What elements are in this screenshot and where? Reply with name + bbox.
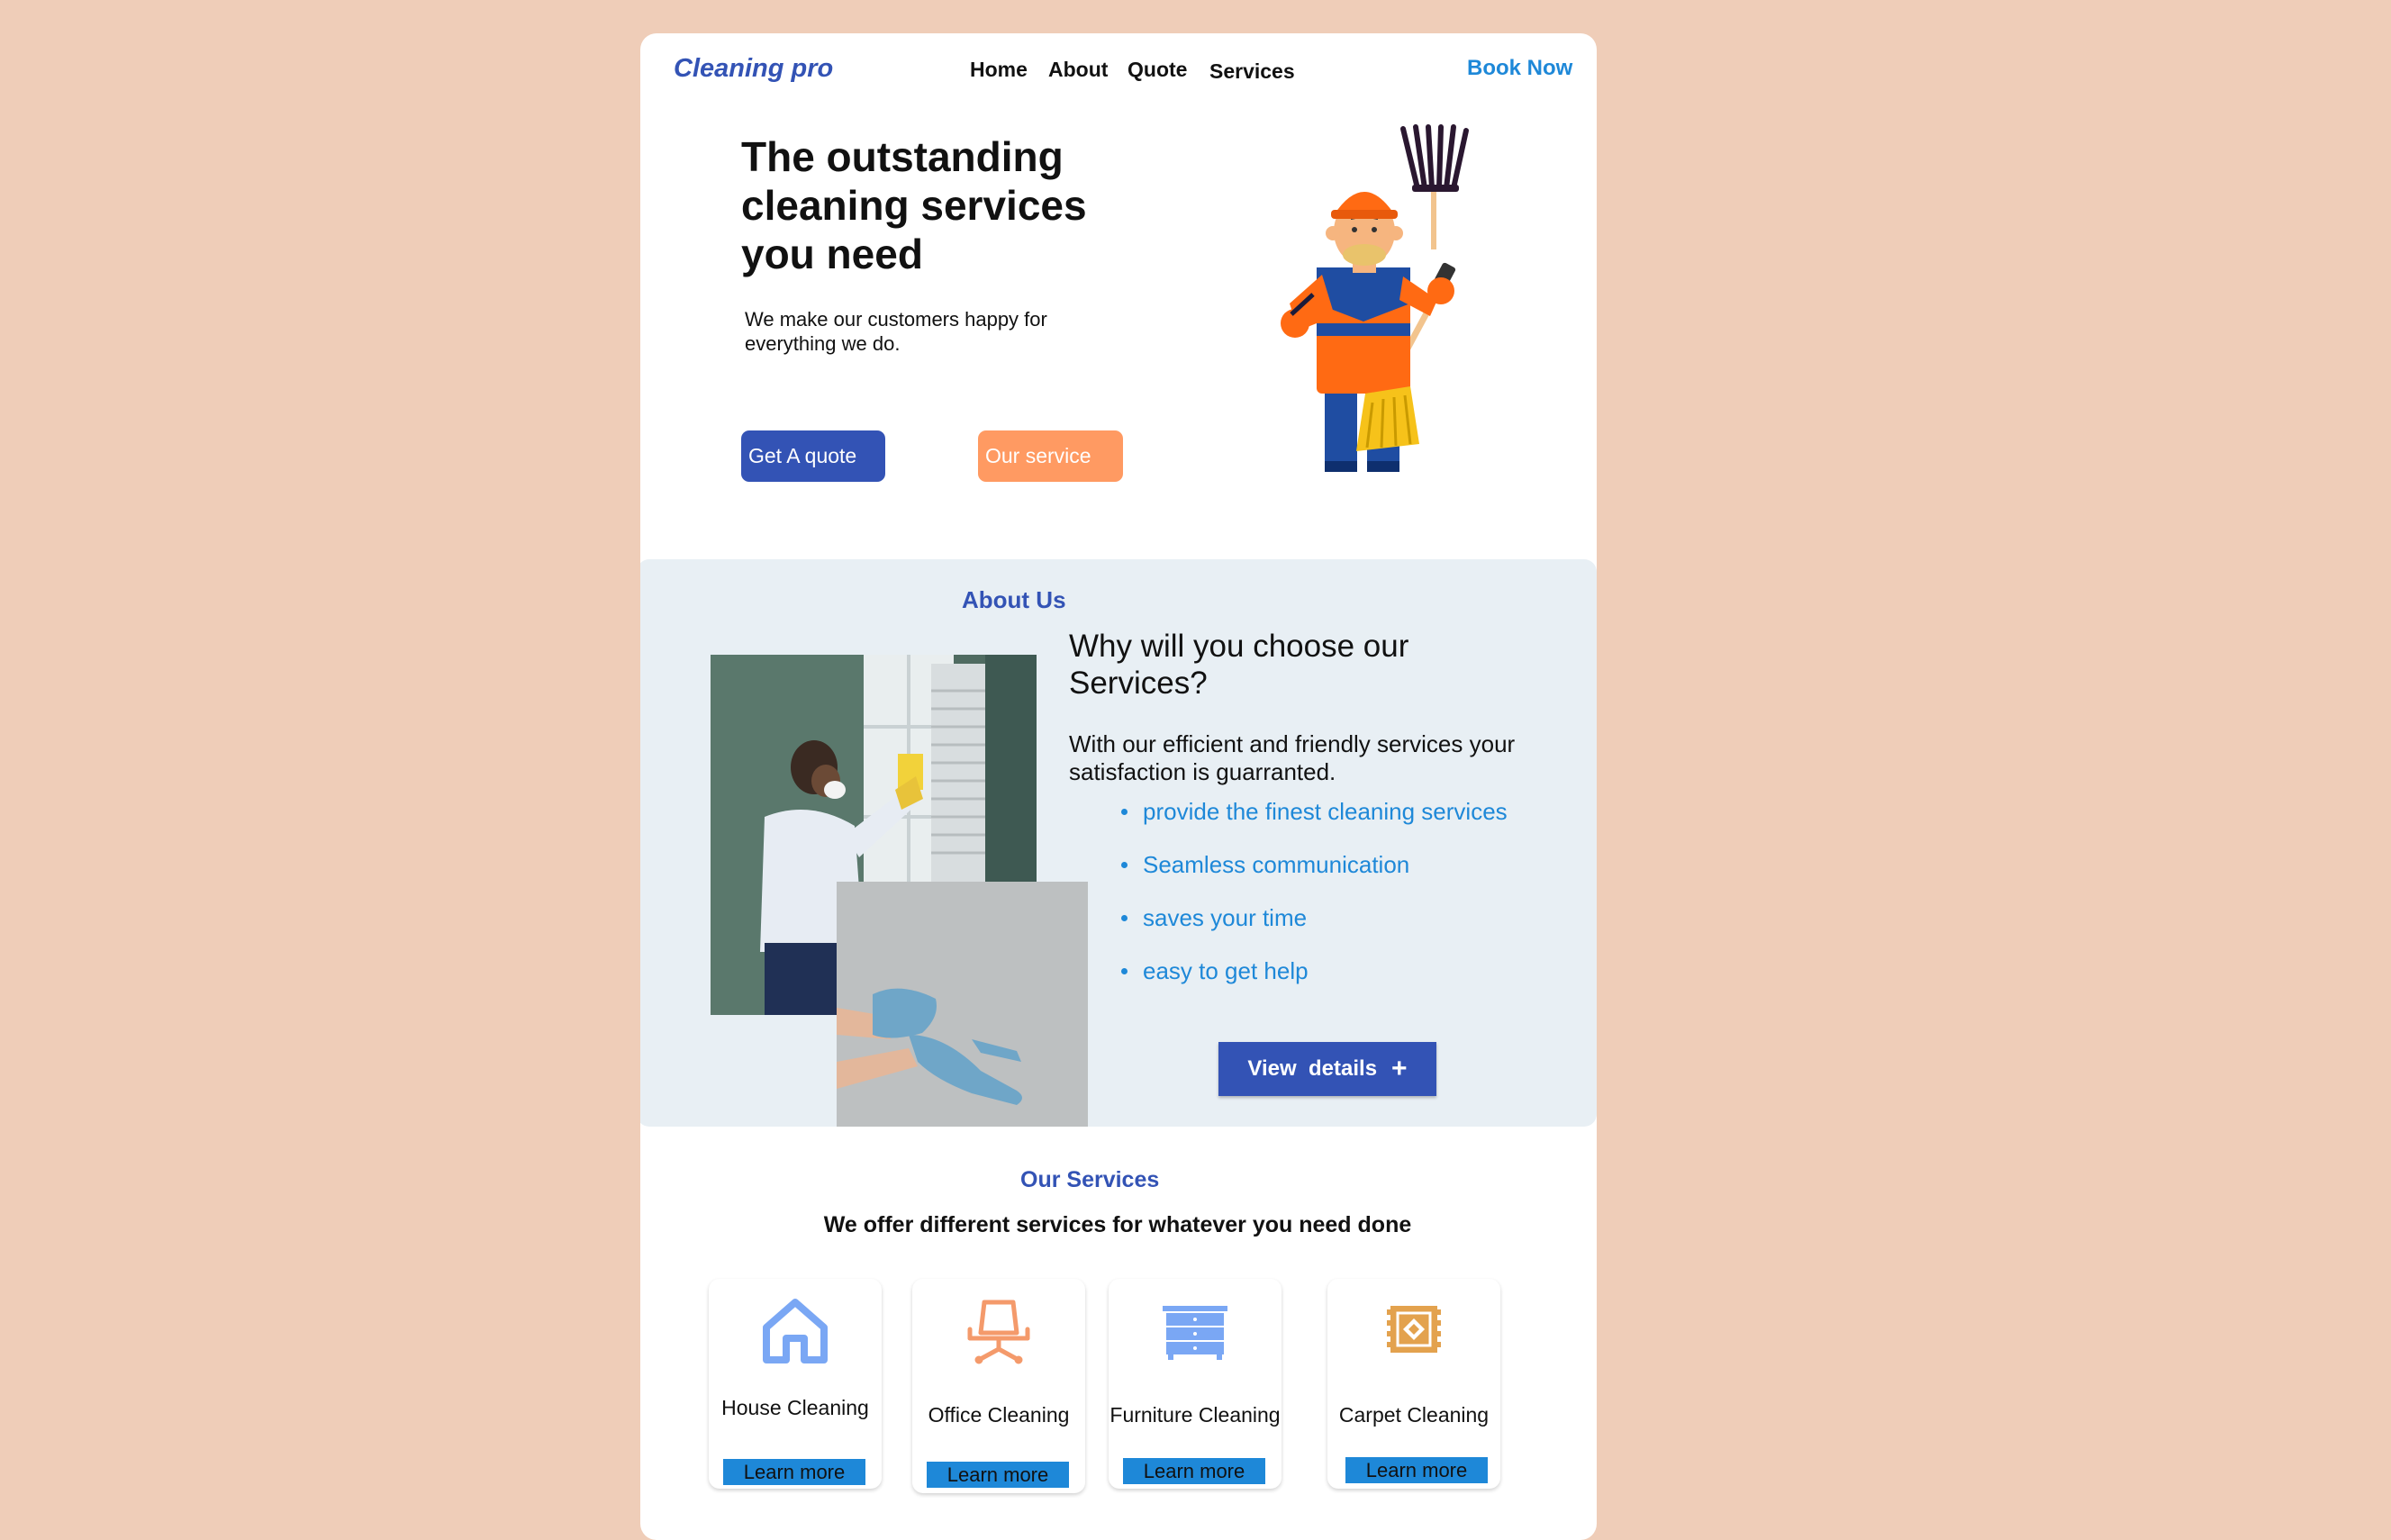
view-details-button[interactable]: View details + [1218,1042,1436,1096]
office-chair-icon [967,1300,1030,1364]
nav-home[interactable]: Home [970,58,1028,82]
hero-subtitle: We make our customers happy for everythi… [745,308,1047,355]
list-item: provide the finest cleaning services [1121,795,1508,848]
dresser-icon [1163,1306,1227,1360]
nav-about[interactable]: About [1048,58,1108,82]
service-card-office[interactable]: Office Cleaning Learn more [912,1279,1085,1493]
cleaner-illustration [1281,124,1469,472]
list-item: easy to get help [1121,955,1508,1008]
learn-more-button[interactable]: Learn more [927,1462,1069,1488]
services-subtitle: We offer different services for whatever… [823,1212,1412,1237]
learn-more-button[interactable]: Learn more [1345,1457,1488,1483]
card-title: Carpet Cleaning [1338,1403,1490,1427]
list-item: Seamless communication [1121,848,1508,901]
book-now-link[interactable]: Book Now [1467,56,1572,81]
logo[interactable]: Cleaning pro [674,54,833,84]
service-card-carpet[interactable]: Carpet Cleaning Learn more [1327,1279,1500,1489]
about-label: About Us [962,586,1066,613]
about-title: Why will you choose our Services? [1069,629,1409,701]
carpet-icon [1387,1306,1441,1353]
services-label: Our Services [1020,1167,1160,1192]
landing-page: Cleaning pro Home About Quote Services B… [640,33,1597,1540]
list-item: saves your time [1121,901,1508,955]
hero-title: The outstanding cleaning services you ne… [741,133,1087,277]
get-quote-button[interactable]: Get A quote [741,430,885,482]
service-card-house[interactable]: House Cleaning Learn more [709,1279,882,1489]
about-text: With our efficient and friendly services… [1069,730,1516,785]
our-service-button[interactable]: Our service [978,430,1123,482]
view-details-label: View details [1247,1056,1378,1081]
benefits-list: provide the finest cleaning services Sea… [1121,795,1508,1008]
card-title: Furniture Cleaning [1109,1403,1281,1427]
learn-more-button[interactable]: Learn more [723,1459,865,1485]
learn-more-button[interactable]: Learn more [1123,1458,1265,1484]
plus-icon: + [1391,1054,1408,1083]
about-section: About Us Why will you choose our Service… [640,559,1597,1127]
gloves-photo [837,882,1088,1127]
house-icon [763,1299,828,1363]
service-card-furniture[interactable]: Furniture Cleaning Learn more [1109,1279,1282,1489]
card-title: Office Cleaning [928,1403,1070,1427]
nav-services[interactable]: Services [1209,59,1295,84]
nav-quote[interactable]: Quote [1128,58,1187,82]
card-title: House Cleaning [721,1396,869,1419]
